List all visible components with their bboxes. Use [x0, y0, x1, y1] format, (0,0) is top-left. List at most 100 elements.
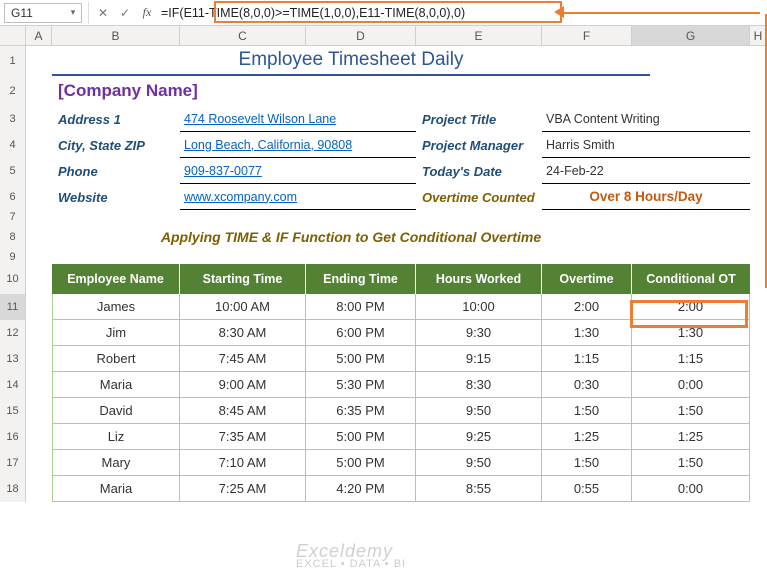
cell-A18[interactable]	[26, 476, 52, 502]
cell-name[interactable]: Robert	[52, 346, 180, 372]
cancel-icon[interactable]: ✕	[95, 6, 111, 20]
cell-overtime[interactable]: 2:00	[542, 294, 632, 320]
value-phone[interactable]: 909-837-0077	[180, 158, 416, 184]
cell-overtime[interactable]: 1:30	[542, 320, 632, 346]
cell-start[interactable]: 8:30 AM	[180, 320, 306, 346]
th-start[interactable]: Starting Time	[180, 264, 306, 294]
cell-end[interactable]: 5:00 PM	[306, 346, 416, 372]
th-conditional-ot[interactable]: Conditional OT	[632, 264, 750, 294]
accept-icon[interactable]: ✓	[117, 6, 133, 20]
label-date[interactable]: Today's Date	[416, 158, 542, 184]
cell-start[interactable]: 7:45 AM	[180, 346, 306, 372]
cell-start[interactable]: 8:45 AM	[180, 398, 306, 424]
th-hours[interactable]: Hours Worked	[416, 264, 542, 294]
cell-conditional-ot[interactable]: 1:15	[632, 346, 750, 372]
label-phone[interactable]: Phone	[52, 158, 180, 184]
cell-A14[interactable]	[26, 372, 52, 398]
col-G[interactable]: G	[632, 26, 750, 45]
value-date[interactable]: 24-Feb-22	[542, 158, 750, 184]
cell-A13[interactable]	[26, 346, 52, 372]
cell-hours[interactable]: 8:30	[416, 372, 542, 398]
cell-A16[interactable]	[26, 424, 52, 450]
cell-name[interactable]: Mary	[52, 450, 180, 476]
value-city[interactable]: Long Beach, California, 90808	[180, 132, 416, 158]
row-14[interactable]: 14	[0, 372, 26, 398]
cell-A1[interactable]	[26, 46, 52, 76]
cell-start[interactable]: 9:00 AM	[180, 372, 306, 398]
cell-hours[interactable]: 8:55	[416, 476, 542, 502]
cell-A17[interactable]	[26, 450, 52, 476]
cell-row9[interactable]	[26, 250, 741, 264]
formula-input[interactable]	[155, 2, 767, 24]
value-project-title[interactable]: VBA Content Writing	[542, 106, 750, 132]
th-employee[interactable]: Employee Name	[52, 264, 180, 294]
cell-hours[interactable]: 9:30	[416, 320, 542, 346]
row-12[interactable]: 12	[0, 320, 26, 346]
cell-A2[interactable]	[26, 76, 52, 106]
subtitle[interactable]: Applying TIME & IF Function to Get Condi…	[52, 224, 650, 250]
label-address[interactable]: Address 1	[52, 106, 180, 132]
cell-end[interactable]: 6:00 PM	[306, 320, 416, 346]
label-city[interactable]: City, State ZIP	[52, 132, 180, 158]
row-5[interactable]: 5	[0, 158, 26, 184]
company-name[interactable]: [Company Name]	[52, 76, 650, 106]
row-11[interactable]: 11	[0, 294, 26, 320]
cell-end[interactable]: 4:20 PM	[306, 476, 416, 502]
value-address[interactable]: 474 Roosevelt Wilson Lane	[180, 106, 416, 132]
cell-A10[interactable]	[26, 264, 52, 294]
row-9[interactable]: 9	[0, 250, 26, 264]
fx-icon[interactable]: fx	[139, 5, 155, 20]
label-website[interactable]: Website	[52, 184, 180, 210]
cell-hours[interactable]: 10:00	[416, 294, 542, 320]
label-project-manager[interactable]: Project Manager	[416, 132, 542, 158]
cell-start[interactable]: 7:10 AM	[180, 450, 306, 476]
label-project-title[interactable]: Project Title	[416, 106, 542, 132]
value-website[interactable]: www.xcompany.com	[180, 184, 416, 210]
cell-A15[interactable]	[26, 398, 52, 424]
value-overtime-counted[interactable]: Over 8 Hours/Day	[542, 184, 750, 210]
cell-name[interactable]: Liz	[52, 424, 180, 450]
cell-conditional-ot[interactable]: 2:00	[632, 294, 750, 320]
cell-end[interactable]: 5:00 PM	[306, 450, 416, 476]
col-C[interactable]: C	[180, 26, 306, 45]
row-18[interactable]: 18	[0, 476, 26, 502]
row-8[interactable]: 8	[0, 224, 26, 250]
th-end[interactable]: Ending Time	[306, 264, 416, 294]
cell-conditional-ot[interactable]: 1:50	[632, 450, 750, 476]
row-3[interactable]: 3	[0, 106, 26, 132]
cell-conditional-ot[interactable]: 1:30	[632, 320, 750, 346]
col-A[interactable]: A	[26, 26, 52, 45]
name-box[interactable]: G11 ▾	[4, 3, 82, 23]
row-4[interactable]: 4	[0, 132, 26, 158]
cell-hours[interactable]: 9:50	[416, 450, 542, 476]
cell-overtime[interactable]: 0:30	[542, 372, 632, 398]
cell-conditional-ot[interactable]: 0:00	[632, 476, 750, 502]
name-box-dropdown-icon[interactable]: ▾	[67, 7, 79, 19]
cell-overtime[interactable]: 1:25	[542, 424, 632, 450]
cell-overtime[interactable]: 1:15	[542, 346, 632, 372]
row-1[interactable]: 1	[0, 46, 26, 76]
cell-A3[interactable]	[26, 106, 52, 132]
cell-row7[interactable]	[26, 210, 741, 224]
cell-A4[interactable]	[26, 132, 52, 158]
col-E[interactable]: E	[416, 26, 542, 45]
cell-end[interactable]: 5:00 PM	[306, 424, 416, 450]
col-D[interactable]: D	[306, 26, 416, 45]
cell-hours[interactable]: 9:25	[416, 424, 542, 450]
cell-end[interactable]: 5:30 PM	[306, 372, 416, 398]
col-F[interactable]: F	[542, 26, 632, 45]
cell-A5[interactable]	[26, 158, 52, 184]
cell-A6[interactable]	[26, 184, 52, 210]
select-all-corner[interactable]	[0, 26, 26, 45]
cell-hours[interactable]: 9:15	[416, 346, 542, 372]
cell-end[interactable]: 8:00 PM	[306, 294, 416, 320]
cell-overtime[interactable]: 0:55	[542, 476, 632, 502]
cell-conditional-ot[interactable]: 0:00	[632, 372, 750, 398]
cell-end[interactable]: 6:35 PM	[306, 398, 416, 424]
row-15[interactable]: 15	[0, 398, 26, 424]
cell-name[interactable]: James	[52, 294, 180, 320]
cell-conditional-ot[interactable]: 1:25	[632, 424, 750, 450]
cell-start[interactable]: 7:35 AM	[180, 424, 306, 450]
row-17[interactable]: 17	[0, 450, 26, 476]
value-project-manager[interactable]: Harris Smith	[542, 132, 750, 158]
